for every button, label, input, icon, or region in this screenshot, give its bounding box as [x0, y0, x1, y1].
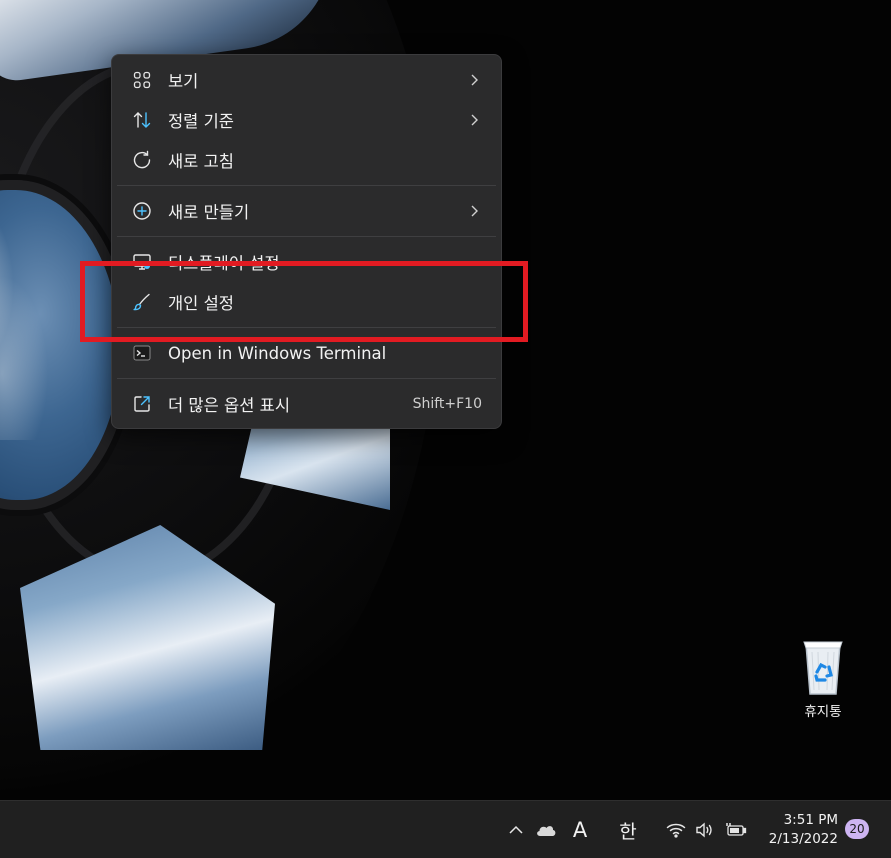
- battery-button[interactable]: [723, 801, 749, 858]
- external-icon: [132, 394, 152, 414]
- menu-item-display-settings[interactable]: 디스플레이 설정: [117, 242, 496, 282]
- menu-separator: [117, 378, 496, 379]
- menu-separator: [117, 185, 496, 186]
- clock-time: 3:51 PM: [783, 812, 838, 828]
- menu-item-open-terminal[interactable]: Open in Windows Terminal: [117, 333, 496, 373]
- menu-item-label: 개인 설정: [168, 294, 234, 313]
- speaker-icon: [696, 822, 712, 838]
- notification-count-badge[interactable]: 20: [845, 819, 869, 839]
- plus-circle-icon: [132, 201, 152, 221]
- recycle-bin-icon: [803, 641, 843, 695]
- menu-separator: [117, 327, 496, 328]
- clock[interactable]: 3:51 PM 2/13/2022: [758, 811, 838, 849]
- menu-item-view[interactable]: 보기: [117, 60, 496, 100]
- recycle-bin-shortcut[interactable]: 휴지통: [786, 636, 860, 720]
- chevron-right-icon: [471, 114, 478, 126]
- taskbar: A 한 3:51 PM 2/13/2022: [0, 800, 891, 858]
- menu-item-new[interactable]: 새로 만들기: [117, 191, 496, 231]
- menu-item-refresh[interactable]: 새로 고침: [117, 140, 496, 180]
- show-hidden-icons-button[interactable]: [505, 801, 527, 858]
- wifi-icon: [666, 823, 686, 838]
- sort-icon: [132, 110, 152, 130]
- onedrive-button[interactable]: [533, 801, 559, 858]
- menu-item-personalize[interactable]: 개인 설정: [117, 282, 496, 322]
- ime-mode-indicator[interactable]: 한: [614, 801, 642, 858]
- grid-icon: [132, 70, 152, 90]
- menu-separator: [117, 236, 496, 237]
- recycle-bin-label: 휴지통: [804, 704, 842, 720]
- display-icon: [132, 252, 152, 272]
- volume-button[interactable]: [693, 801, 717, 858]
- chevron-up-icon: [509, 825, 523, 834]
- cloud-icon: [537, 826, 556, 836]
- chevron-right-icon: [471, 205, 478, 217]
- keyboard-shortcut: Shift+F10: [412, 396, 482, 412]
- network-button[interactable]: [664, 801, 688, 858]
- menu-item-sort-by[interactable]: 정렬 기준: [117, 100, 496, 140]
- menu-item-label: 정렬 기준: [168, 112, 234, 131]
- desktop-context-menu: 보기 정렬 기준 새로 고침 새로 만들기 디스플레이 설정 개인 설정 Ope…: [111, 54, 502, 429]
- font-indicator[interactable]: A: [567, 801, 593, 858]
- chevron-right-icon: [471, 74, 478, 86]
- menu-item-label: 더 많은 옵션 표시: [168, 396, 290, 415]
- menu-item-label: 디스플레이 설정: [168, 254, 280, 273]
- menu-item-label: 새로 만들기: [168, 203, 250, 222]
- terminal-icon: [132, 343, 152, 363]
- brush-icon: [132, 292, 152, 312]
- menu-item-label: 보기: [168, 72, 199, 91]
- battery-charging-icon: [726, 823, 747, 836]
- menu-item-label: Open in Windows Terminal: [168, 343, 387, 363]
- menu-item-show-more-options[interactable]: 더 많은 옵션 표시 Shift+F10: [117, 384, 496, 424]
- menu-item-label: 새로 고침: [168, 152, 234, 171]
- clock-date: 2/13/2022: [768, 831, 838, 847]
- refresh-icon: [132, 150, 152, 170]
